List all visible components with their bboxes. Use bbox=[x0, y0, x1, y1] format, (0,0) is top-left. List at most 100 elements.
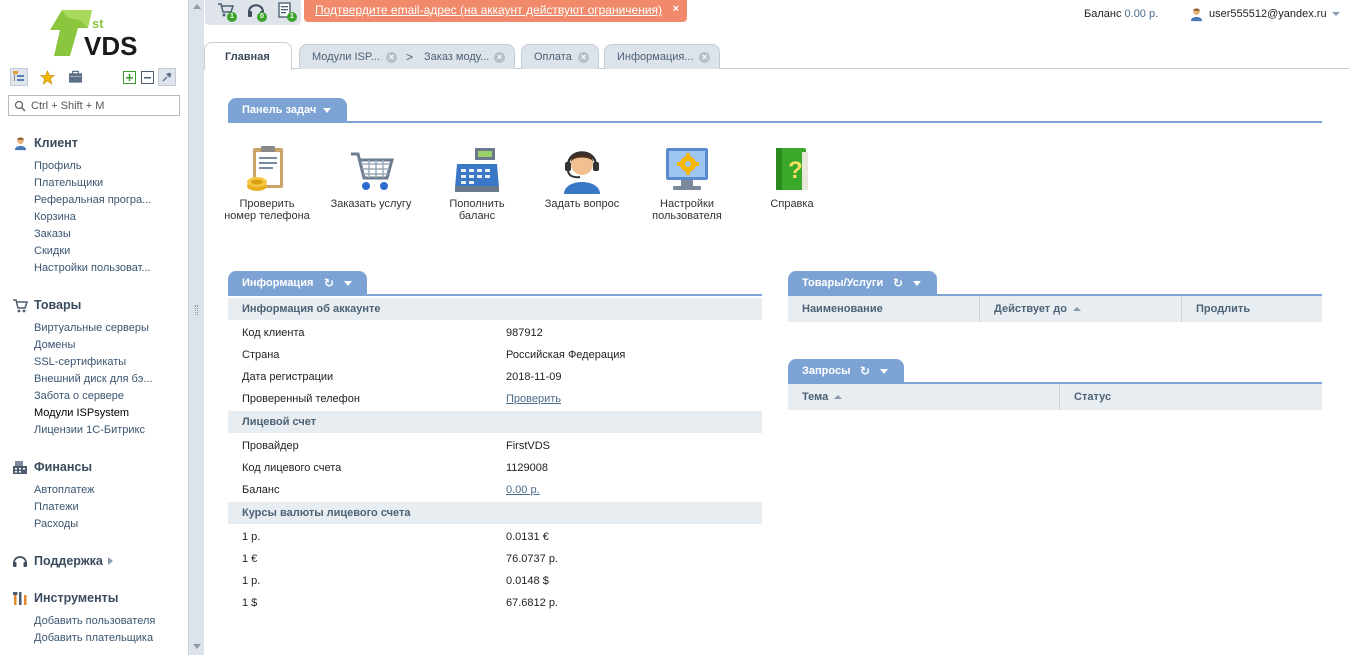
refresh-icon[interactable]: ↻ bbox=[893, 277, 903, 289]
star-icon[interactable] bbox=[38, 68, 56, 86]
info-row-provider: Провайдер FirstVDS bbox=[242, 440, 550, 452]
task-help[interactable]: ? Справка bbox=[747, 144, 837, 210]
tab-isp-modules-order[interactable]: Модули ISP... × > Заказ моду... × bbox=[299, 44, 515, 69]
nav-item-add-user[interactable]: Добавить пользователя bbox=[12, 613, 184, 630]
svg-text:?: ? bbox=[788, 157, 803, 184]
refresh-icon[interactable]: ↻ bbox=[324, 277, 334, 289]
nav-item-virtual-servers[interactable]: Виртуальные серверы bbox=[12, 320, 184, 337]
column-status[interactable]: Статус bbox=[1060, 384, 1322, 410]
sidebar-splitter[interactable] bbox=[188, 0, 204, 655]
close-icon[interactable]: × bbox=[578, 52, 589, 63]
chevron-down-icon[interactable] bbox=[323, 108, 331, 113]
nav-group-client-header[interactable]: Клиент bbox=[12, 134, 184, 152]
nav-item-bitrix-licenses[interactable]: Лицензии 1С-Битрикс bbox=[12, 422, 184, 439]
close-icon[interactable]: × bbox=[494, 52, 505, 63]
nav-item-add-payer[interactable]: Добавить плательщика bbox=[12, 630, 184, 647]
sidebar: st VDS Ctrl + Shift + M Клиент Профиль П… bbox=[0, 0, 188, 655]
nav-item-backup-disk[interactable]: Внешний диск для бэ... bbox=[12, 371, 184, 388]
tab-main[interactable]: Главная bbox=[204, 42, 292, 70]
balance-label: Баланс bbox=[1084, 8, 1122, 20]
nav-item-expenses[interactable]: Расходы bbox=[12, 516, 184, 533]
goods-panel-title[interactable]: Товары/Услуги ↻ bbox=[788, 271, 937, 295]
column-name[interactable]: Наименование bbox=[788, 296, 980, 322]
nav-item-profile[interactable]: Профиль bbox=[12, 158, 184, 175]
column-renew[interactable]: Продлить bbox=[1182, 296, 1322, 322]
task-user-settings[interactable]: Настройки пользователя bbox=[642, 144, 732, 222]
monitor-gear-icon bbox=[661, 144, 713, 196]
nav-item-payers[interactable]: Плательщики bbox=[12, 175, 184, 192]
info-panel-title[interactable]: Информация ↻ bbox=[228, 271, 367, 295]
verify-phone-link[interactable]: Проверить bbox=[506, 388, 561, 410]
confirm-email-link[interactable]: Подтвердите email-адрес (на аккаунт дейс… bbox=[315, 3, 662, 17]
support-badge: 0 bbox=[257, 12, 267, 22]
taskbar-panel-title[interactable]: Панель задач bbox=[228, 98, 347, 122]
menu-search-input[interactable] bbox=[31, 98, 177, 113]
nav-item-cart[interactable]: Корзина bbox=[12, 209, 184, 226]
info-divider bbox=[228, 294, 762, 296]
cart-badge: 1 bbox=[227, 12, 237, 22]
scroll-up-icon[interactable] bbox=[193, 4, 201, 9]
menu-tree-icon[interactable] bbox=[10, 68, 28, 86]
rate-row: 1 $ 67.6812 р. bbox=[242, 597, 558, 609]
nav-item-isp-modules[interactable]: Модули ISPsystem bbox=[12, 405, 184, 422]
nav-item-domains[interactable]: Домены bbox=[12, 337, 184, 354]
nav-item-discounts[interactable]: Скидки bbox=[12, 243, 184, 260]
nav-item-referral[interactable]: Реферальная програ... bbox=[12, 192, 184, 209]
balance-value[interactable]: 0.00 р. bbox=[1125, 8, 1159, 20]
nav-item-ssl[interactable]: SSL-сертификаты bbox=[12, 354, 184, 371]
chevron-down-icon[interactable] bbox=[880, 369, 888, 374]
splitter-grip-icon[interactable] bbox=[195, 305, 198, 315]
help-book-icon: ? bbox=[766, 144, 818, 196]
balance-link[interactable]: 0.00 р. bbox=[506, 479, 540, 501]
support-agent-icon bbox=[556, 144, 608, 196]
user-icon bbox=[1190, 7, 1203, 21]
chevron-down-icon[interactable] bbox=[913, 281, 921, 286]
support-quick-button[interactable]: 0 bbox=[247, 2, 267, 22]
headset-icon bbox=[12, 553, 28, 569]
nav-group-tools-header[interactable]: Инструменты bbox=[12, 589, 184, 607]
nav-item-payments[interactable]: Платежи bbox=[12, 499, 184, 516]
briefcase-icon[interactable] bbox=[66, 68, 84, 86]
expand-all-icon[interactable] bbox=[120, 68, 138, 86]
chevron-down-icon[interactable] bbox=[344, 281, 352, 286]
task-verify-phone[interactable]: Проверить номер телефона bbox=[222, 144, 312, 222]
tab-payment[interactable]: Оплата × bbox=[521, 44, 599, 69]
nav-item-server-care[interactable]: Забота о сервере bbox=[12, 388, 184, 405]
tools-icon bbox=[12, 590, 28, 606]
column-subject[interactable]: Тема bbox=[788, 384, 1060, 410]
task-order-service[interactable]: Заказать услугу bbox=[326, 144, 416, 210]
refresh-icon[interactable]: ↻ bbox=[860, 365, 870, 377]
requests-panel-title[interactable]: Запросы ↻ bbox=[788, 359, 904, 383]
nav-group-finance: Финансы Автоплатеж Платежи Расходы bbox=[12, 458, 184, 533]
close-icon[interactable]: × bbox=[699, 52, 710, 63]
pin-icon[interactable] bbox=[158, 68, 176, 86]
nav-item-autopay[interactable]: Автоплатеж bbox=[12, 482, 184, 499]
task-top-up-balance[interactable]: Пополнить баланс bbox=[432, 144, 522, 222]
chevron-right-icon bbox=[107, 557, 113, 565]
user-menu[interactable]: user555512@yandex.ru bbox=[1189, 6, 1340, 22]
requests-table-header: Тема Статус bbox=[788, 384, 1322, 410]
nav-item-user-settings[interactable]: Настройки пользоват... bbox=[12, 260, 184, 277]
scroll-down-icon[interactable] bbox=[193, 644, 201, 649]
tab-information[interactable]: Информация... × bbox=[604, 44, 720, 69]
nav-item-orders[interactable]: Заказы bbox=[12, 226, 184, 243]
nav-group-support: Поддержка bbox=[12, 552, 184, 570]
nav-group-products: Товары Виртуальные серверы Домены SSL-се… bbox=[12, 296, 184, 439]
nav-group-finance-header[interactable]: Финансы bbox=[12, 458, 184, 476]
info-row-client-id: Код клиента 987912 bbox=[242, 327, 543, 339]
column-valid-until[interactable]: Действует до bbox=[980, 296, 1182, 322]
svg-text:VDS: VDS bbox=[84, 31, 137, 60]
collapse-all-icon[interactable] bbox=[138, 68, 156, 86]
close-icon[interactable]: × bbox=[673, 3, 679, 15]
close-icon[interactable]: × bbox=[386, 52, 397, 63]
firstvds-logo[interactable]: st VDS bbox=[48, 8, 148, 61]
nav-group-products-header[interactable]: Товары bbox=[12, 296, 184, 314]
nav-group-support-header[interactable]: Поддержка bbox=[12, 552, 184, 570]
rate-row: 1 € 76.0737 р. bbox=[242, 553, 558, 565]
chevron-down-icon bbox=[1331, 12, 1340, 16]
task-ask-question[interactable]: Задать вопрос bbox=[537, 144, 627, 210]
search-icon bbox=[14, 100, 26, 112]
cart-quick-button[interactable]: 1 bbox=[217, 2, 237, 22]
docs-quick-button[interactable]: 1 bbox=[277, 2, 297, 22]
cash-register-icon bbox=[451, 144, 503, 196]
